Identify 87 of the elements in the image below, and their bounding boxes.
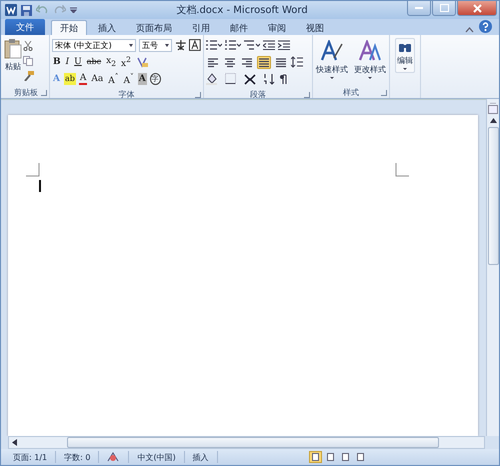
help-icon[interactable]	[479, 20, 492, 33]
clipboard-icon	[4, 39, 22, 59]
multilevel-list-icon[interactable]	[244, 40, 260, 50]
ribbon-tab[interactable]: 审阅	[259, 20, 295, 35]
format-button[interactable]: A	[138, 73, 147, 85]
close-button[interactable]	[457, 1, 497, 16]
styles-button[interactable]: 更改样式	[353, 38, 387, 81]
window-title: 文档.docx - Microsoft Word	[175, 4, 309, 17]
group-label: 样式	[343, 87, 359, 98]
group-label: 剪贴板	[14, 87, 38, 98]
view-button[interactable]	[339, 451, 352, 463]
ribbon-tab[interactable]: 插入	[89, 20, 125, 35]
view-button[interactable]	[324, 451, 337, 463]
format-button[interactable]: I	[64, 56, 70, 68]
alignment-button[interactable]	[223, 56, 237, 68]
vertical-scrollbar[interactable]	[486, 99, 499, 436]
save-icon[interactable]	[21, 4, 32, 16]
format-button[interactable]: B	[52, 56, 62, 68]
ribbon-tab[interactable]: 开始	[51, 20, 87, 35]
format-painter-icon[interactable]	[23, 71, 34, 81]
maximize-button[interactable]	[432, 1, 456, 16]
phonetic-guide-icon[interactable]	[174, 39, 186, 51]
ribbon-tab[interactable]: 引用	[183, 20, 219, 35]
scroll-up-icon[interactable]	[490, 118, 496, 123]
format-button[interactable]: A$^{˅}$	[122, 71, 135, 87]
page-count[interactable]: 页面: 1/1	[5, 451, 56, 463]
decrease-indent-icon[interactable]	[263, 40, 275, 50]
dialog-launcher-icon[interactable]	[195, 92, 201, 98]
font-name-dropdown[interactable]: 宋体 (中文正文)	[52, 38, 136, 52]
editing-button[interactable]: 编辑	[395, 38, 415, 73]
text-cursor	[39, 180, 42, 192]
format-button[interactable]: x$^{2}$	[120, 54, 132, 70]
numbering-icon[interactable]	[225, 40, 241, 50]
language-indicator[interactable]: 中文(中国)	[129, 451, 185, 463]
cut-icon[interactable]	[23, 41, 33, 51]
proofing-icon[interactable]	[107, 452, 120, 462]
format-button[interactable]: ab	[64, 73, 76, 85]
minimize-icon	[415, 6, 423, 10]
scroll-thumb[interactable]	[488, 127, 498, 265]
word-count[interactable]: 字数: 0	[56, 451, 100, 463]
dialog-launcher-icon[interactable]	[381, 90, 387, 96]
horizontal-scrollbar[interactable]	[8, 436, 485, 449]
scroll-left-icon[interactable]	[12, 439, 17, 446]
collapse-ribbon-icon[interactable]	[465, 27, 474, 33]
insert-mode-indicator[interactable]: 插入	[184, 451, 218, 463]
copy-icon[interactable]	[23, 56, 33, 66]
ribbon-tab[interactable]: 视图	[297, 20, 333, 35]
group-label: 段落	[250, 89, 266, 100]
increase-indent-icon[interactable]	[278, 40, 290, 50]
ruler-icon[interactable]	[488, 103, 498, 114]
styles-button[interactable]: 快速样式	[315, 38, 349, 81]
sort-icon[interactable]	[263, 73, 275, 85]
clear-formatting-icon[interactable]	[134, 56, 148, 68]
alignment-button[interactable]	[257, 56, 271, 68]
binoculars-icon	[398, 41, 412, 53]
file-tab[interactable]: 文件	[5, 19, 45, 35]
word-logo-icon[interactable]	[5, 4, 17, 16]
font-size-dropdown[interactable]: 五号	[139, 38, 172, 52]
alignment-button[interactable]	[274, 56, 288, 68]
paste-button[interactable]: 粘贴	[3, 37, 23, 87]
scroll-thumb[interactable]	[67, 437, 439, 448]
ribbon-tab[interactable]: 邮件	[221, 20, 257, 35]
alignment-button[interactable]	[206, 56, 220, 68]
close-icon	[472, 4, 482, 12]
format-button[interactable]: A	[78, 73, 88, 85]
format-button[interactable]: U	[73, 56, 83, 68]
bullets-icon[interactable]	[206, 40, 222, 50]
minimize-button[interactable]	[407, 1, 431, 16]
maximize-icon	[440, 4, 448, 12]
dialog-launcher-icon[interactable]	[41, 90, 47, 96]
margin-corner-mark	[395, 163, 409, 177]
format-button[interactable]: x$_{2}$	[105, 54, 117, 70]
alignment-button[interactable]	[240, 56, 254, 68]
format-button[interactable]: A$^{˄}$	[107, 71, 120, 87]
quick-styles-icon	[320, 40, 344, 62]
ribbon-tab[interactable]: 页面布局	[127, 20, 181, 35]
format-button[interactable]: Aa	[90, 73, 104, 85]
character-border-icon[interactable]	[189, 39, 201, 51]
group-label: 字体	[118, 89, 134, 100]
change-styles-icon	[358, 40, 382, 62]
format-button[interactable]: abc	[86, 56, 102, 68]
dropdown-icon[interactable]	[70, 7, 77, 13]
view-button[interactable]	[354, 451, 367, 463]
dialog-launcher-icon[interactable]	[304, 92, 310, 98]
view-button[interactable]	[309, 451, 322, 463]
margin-corner-mark	[26, 163, 40, 177]
paragraph-mark-icon[interactable]	[278, 73, 288, 85]
